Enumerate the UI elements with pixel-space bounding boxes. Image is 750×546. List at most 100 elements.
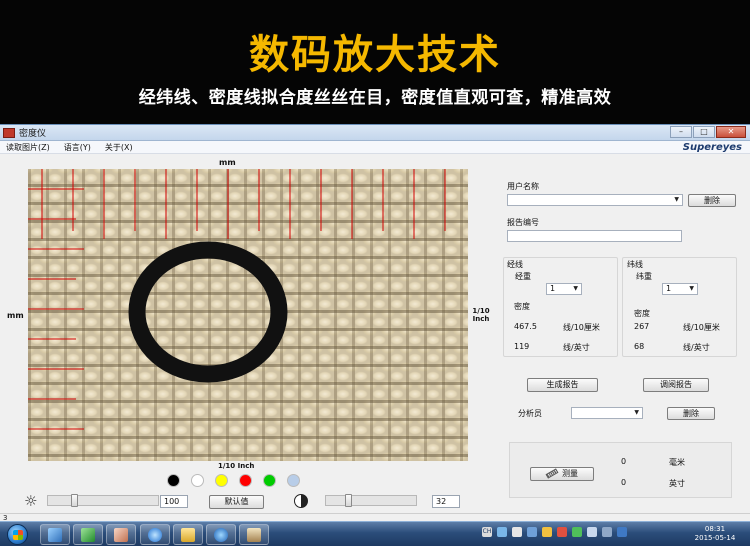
menu-language[interactable]: 语言(Y) — [64, 141, 91, 153]
measure-inch-value: 0 — [621, 478, 627, 487]
app-icon — [3, 128, 15, 138]
volume-icon[interactable] — [587, 527, 597, 537]
right-unit-line2: Inch — [472, 315, 490, 323]
close-button[interactable]: ✕ — [716, 126, 746, 138]
tray-icon-7[interactable] — [617, 527, 627, 537]
taskbar-app-4[interactable] — [140, 524, 170, 545]
app-window: 密度仪 – □ ✕ 读取图片(Z) 语言(Y) 关于(X) Supereyes … — [0, 124, 750, 522]
report-number-input[interactable] — [507, 230, 682, 242]
right-unit-label: 1/10 Inch — [470, 307, 492, 323]
promo-banner: 数码放大技术 经纬线、密度线拟合度丝丝在目，密度值直观可查，精准高效 — [0, 0, 750, 124]
taskbar-app-6[interactable] — [206, 524, 236, 545]
warp-group-title: 经线 — [507, 260, 523, 269]
start-button[interactable] — [7, 524, 28, 545]
contrast-value[interactable]: 32 — [432, 495, 460, 508]
user-delete-button[interactable]: 删除 — [688, 194, 736, 207]
top-unit-label: mm — [219, 158, 236, 167]
brightness-slider-thumb[interactable] — [71, 494, 78, 507]
brightness-value[interactable]: 100 — [160, 495, 188, 508]
measure-button[interactable]: 测量 — [530, 467, 594, 481]
contrast-slider-thumb[interactable] — [345, 494, 352, 507]
fabric-photo[interactable] — [28, 169, 468, 461]
analyst-delete-button[interactable]: 删除 — [667, 407, 715, 420]
headline: 数码放大技术 — [249, 31, 501, 78]
weft-group-title: 纬线 — [627, 260, 643, 269]
taskbar-app-5[interactable] — [173, 524, 203, 545]
contrast-icon — [294, 494, 308, 508]
tray-icon-6[interactable] — [602, 527, 612, 537]
window-icon — [48, 527, 62, 542]
measure-overlay — [28, 169, 446, 430]
brightness-slider[interactable] — [47, 494, 159, 507]
tray-icon-4[interactable] — [542, 527, 552, 537]
user-name-label: 用户名称 — [507, 182, 539, 191]
clock-date: 2015-05-14 — [694, 534, 736, 542]
color-swatches — [167, 474, 300, 487]
minimize-button[interactable]: – — [670, 126, 692, 138]
bottom-unit-label: 1/10 Inch — [218, 462, 255, 470]
tray-icon-3[interactable] — [527, 527, 537, 537]
system-tray: CH — [482, 527, 627, 537]
network-icon[interactable] — [572, 527, 582, 537]
warp-weight-select[interactable]: 1 ▼ — [546, 283, 582, 295]
brand-logo: Supereyes — [682, 142, 742, 153]
warp-density-inch-unit: 线/英寸 — [563, 343, 590, 352]
taskbar-app-3[interactable] — [106, 524, 136, 545]
measure-mm-unit: 毫米 — [669, 458, 685, 467]
weft-density-inch-unit: 线/英寸 — [683, 343, 710, 352]
density-app-icon — [247, 527, 261, 542]
generate-report-button[interactable]: 生成报告 — [527, 378, 598, 392]
warp-density-cm-value: 467.5 — [514, 322, 537, 331]
taskbar-app-7[interactable] — [239, 524, 269, 545]
weft-density-cm-value: 267 — [634, 322, 650, 331]
chevron-down-icon: ▼ — [689, 285, 694, 292]
tray-icon-1[interactable] — [497, 527, 507, 537]
taskbar-app-1[interactable] — [40, 524, 70, 545]
warp-weight-label: 经重 — [515, 272, 531, 281]
globe-icon — [148, 527, 162, 542]
default-button[interactable]: 默认值 — [209, 495, 264, 509]
warp-weight-value: 1 — [550, 284, 556, 293]
analyst-label: 分析员 — [518, 409, 542, 418]
chevron-down-icon: ▼ — [634, 409, 639, 416]
right-unit-line1: 1/10 — [472, 307, 490, 315]
user-name-select[interactable]: ▼ — [507, 194, 683, 206]
analyst-select[interactable]: ▼ — [571, 407, 643, 419]
browser-icon — [214, 527, 228, 542]
menu-about[interactable]: 关于(X) — [105, 141, 133, 153]
swatch-yellow[interactable] — [215, 474, 228, 487]
measure-button-label: 测量 — [562, 469, 578, 478]
ruler-icon — [545, 468, 559, 479]
chevron-down-icon: ▼ — [674, 196, 679, 203]
maximize-button[interactable]: □ — [693, 126, 715, 138]
user-icon — [114, 527, 128, 542]
language-indicator[interactable]: CH — [482, 527, 492, 537]
weft-weight-select[interactable]: 1 ▼ — [662, 283, 698, 295]
swatch-green[interactable] — [263, 474, 276, 487]
measure-mm-value: 0 — [621, 457, 627, 466]
view-report-button[interactable]: 调阅报告 — [643, 378, 709, 392]
swatch-red[interactable] — [239, 474, 252, 487]
contrast-slider[interactable] — [325, 494, 417, 507]
report-number-label: 报告编号 — [507, 218, 539, 227]
spreadsheet-icon — [81, 527, 95, 542]
weft-weight-value: 1 — [666, 284, 672, 293]
brightness-icon: ☼ — [24, 492, 38, 510]
taskbar-app-2[interactable] — [73, 524, 103, 545]
taskbar-clock[interactable]: 08:31 2015-05-14 — [689, 525, 741, 543]
menu-bar: 读取图片(Z) 语言(Y) 关于(X) — [0, 141, 750, 154]
window-title: 密度仪 — [19, 129, 47, 139]
swatch-white[interactable] — [191, 474, 204, 487]
warp-density-label: 密度 — [514, 302, 530, 311]
taskbar: CH 08:31 2015-05-14 — [0, 521, 750, 546]
tray-icon-5[interactable] — [557, 527, 567, 537]
tray-icon-2[interactable] — [512, 527, 522, 537]
folder-icon — [181, 527, 195, 542]
menu-read-image[interactable]: 读取图片(Z) — [6, 141, 50, 153]
title-bar[interactable]: 密度仪 – □ ✕ — [0, 125, 750, 141]
swatch-light-blue[interactable] — [287, 474, 300, 487]
subheadline: 经纬线、密度线拟合度丝丝在目，密度值直观可查，精准高效 — [138, 88, 612, 108]
weft-weight-label: 纬重 — [636, 272, 652, 281]
measure-inch-unit: 英寸 — [669, 479, 685, 488]
swatch-black[interactable] — [167, 474, 180, 487]
